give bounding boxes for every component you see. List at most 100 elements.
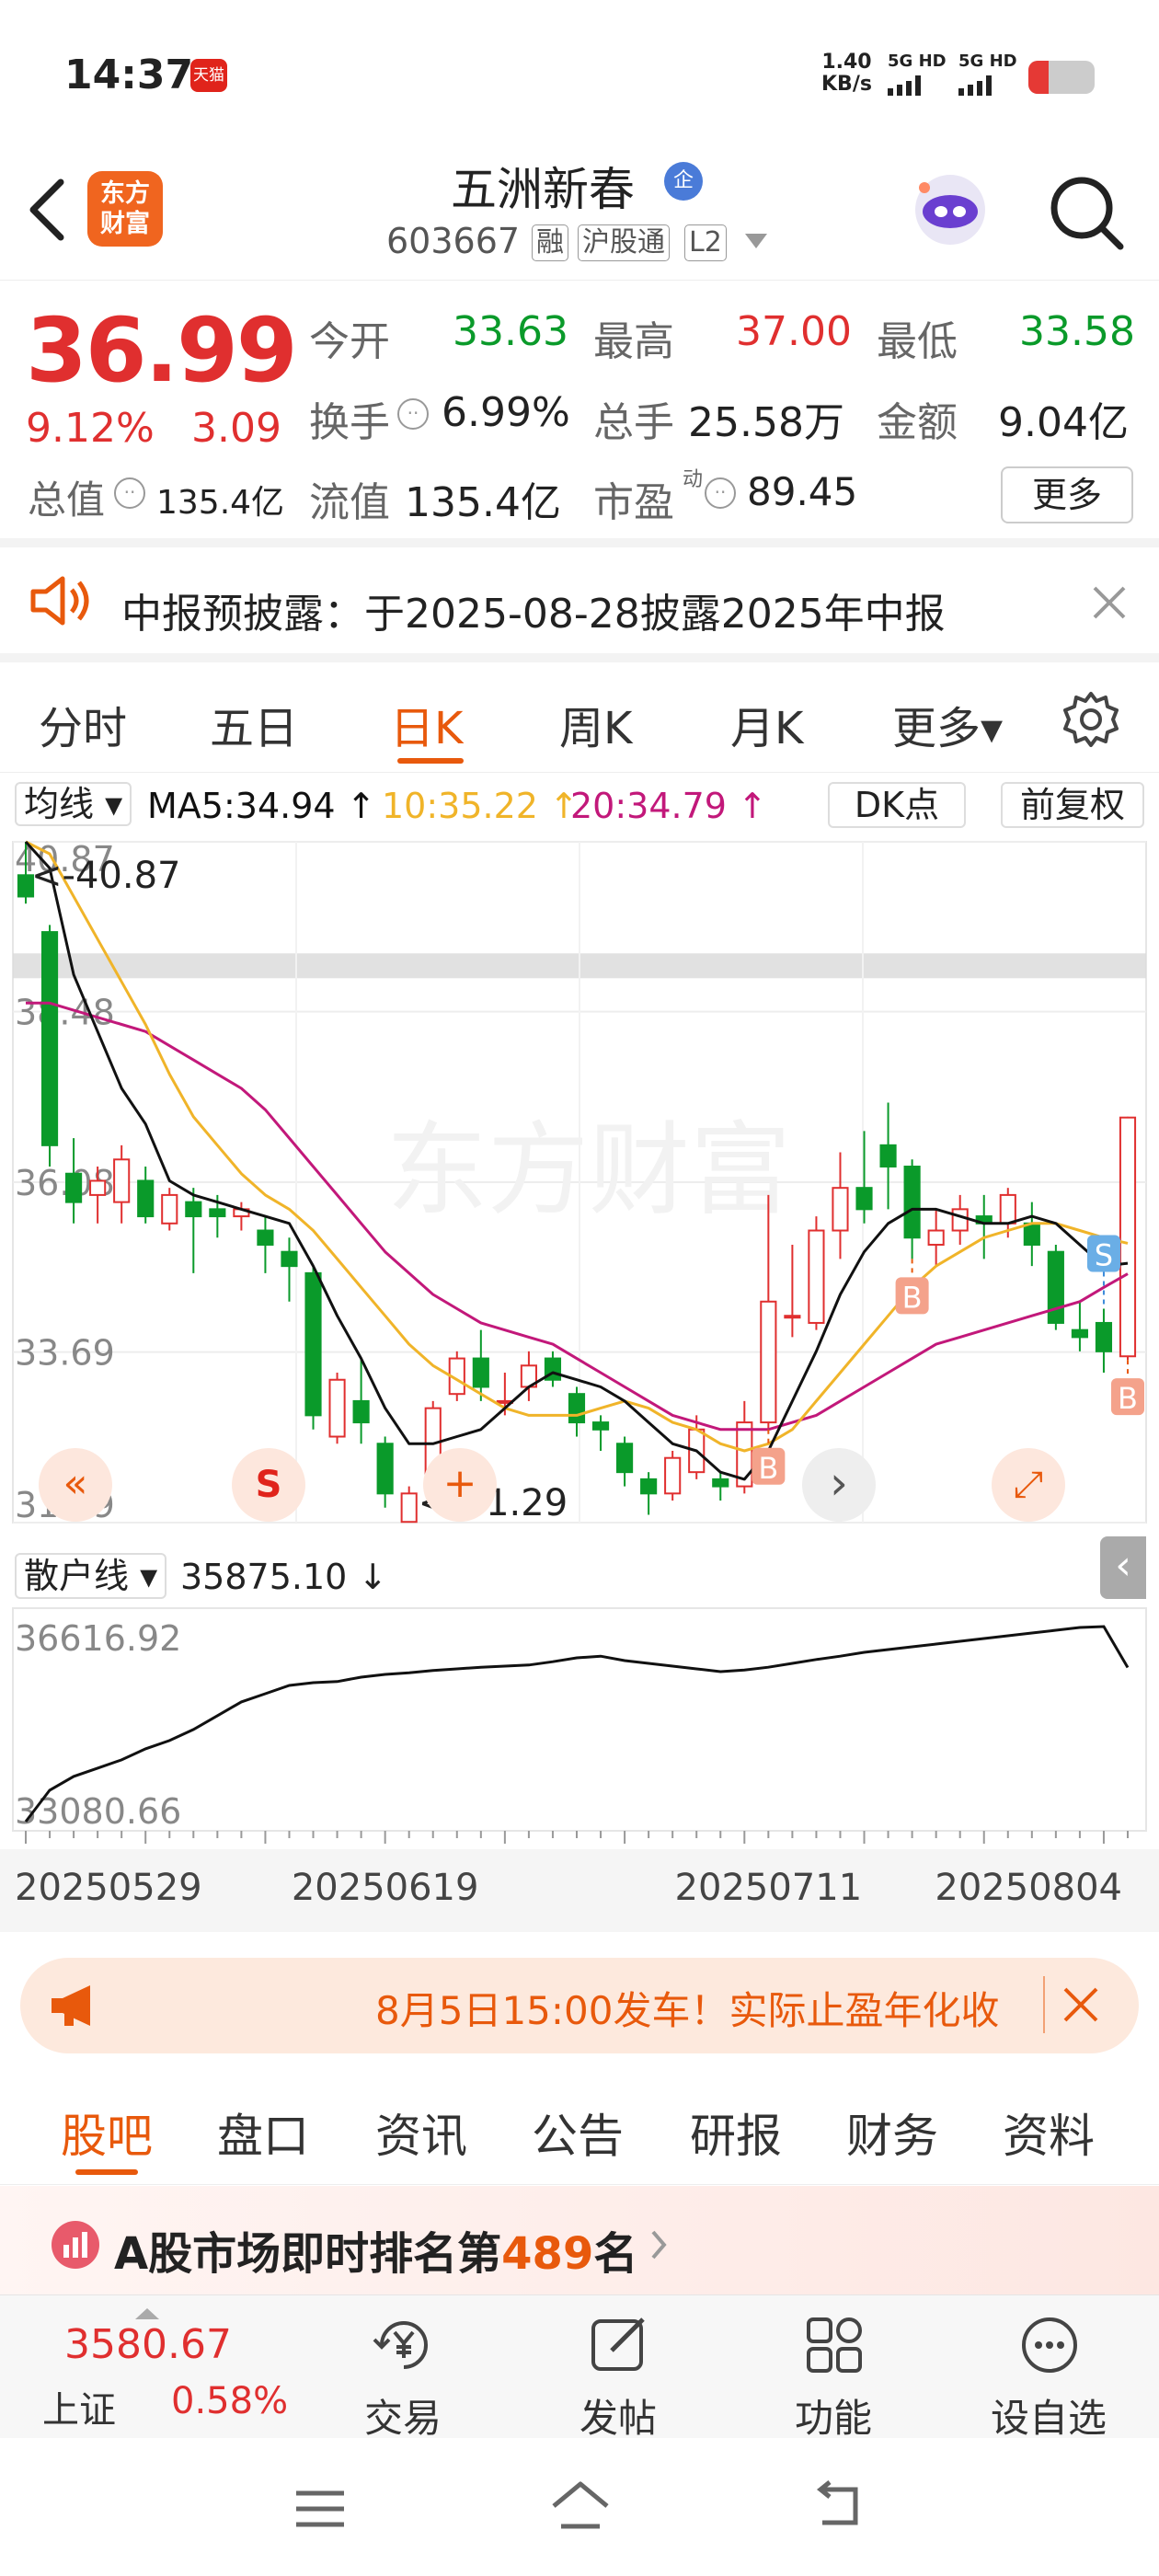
next-button[interactable]: › [802,1448,876,1522]
tab-announcements[interactable]: 公告 [532,2099,624,2166]
tab-monthly-k[interactable]: 月K [730,692,803,756]
turnover-info-icon[interactable]: ·· [397,398,429,430]
tab-profile[interactable]: 资料 [1003,2099,1095,2166]
app-logo[interactable]: 东方 财富 [87,171,163,247]
candle-body [209,1208,226,1218]
functions-label: 功能 [794,2396,872,2441]
tab-research[interactable]: 研报 [690,2099,782,2166]
retail-line [24,1625,1130,1823]
candle-body [185,1201,202,1218]
candle-body [352,1399,370,1424]
rank-chart-icon [52,2221,99,2269]
pe-value: 89.45 [747,469,858,514]
stock-header: 东方 财富 五洲新春 企 603667 融 沪股通 L2 [0,147,1159,281]
pe-label: 市盈 [593,479,674,526]
y-tick-label: 38.48 [15,993,115,1033]
tab-five-day[interactable]: 五日 [210,692,298,756]
candle-body [855,1187,873,1211]
level2-tag: L2 [684,224,727,261]
candle-body [1071,1328,1088,1339]
moving-average-bar: 均线 ▾ MA5:34.94 ↑ 10:35.22 ↑ 20:34.79 ↑ D… [0,773,1159,837]
promo-banner[interactable]: 8月5日15:00发车！实际止盈年化收 [20,1958,1139,2053]
more-quote-button[interactable]: 更多 [1001,466,1133,523]
speaker-icon [28,575,92,630]
candle-body [784,1315,801,1319]
market-cap-info-icon[interactable]: ·· [114,477,145,509]
content-tabs: 股吧 盘口 资讯 公告 研报 财务 资料 [0,2070,1159,2185]
notice-banner[interactable]: 中报预披露：于2025-08-28披露2025年中报 [0,547,1159,662]
functions-grid-icon [807,2317,862,2373]
add-marker-button[interactable]: + [423,1448,497,1522]
home-icon[interactable] [548,2478,613,2537]
index-value[interactable]: 3580.67 [64,2321,232,2368]
candle-body [616,1443,634,1474]
change-percent: 9.12% [26,405,155,452]
expand-chart-button[interactable]: ⤢ [992,1448,1065,1522]
kline-chart[interactable]: 40.8738.4836.0833.6931.29东方财富<-40.87<-31… [0,837,1159,1932]
buy-signal-letter: B [1118,1381,1138,1416]
rank-prefix: A股市场即时排名第 [114,2228,502,2280]
bottom-toolbar: 3580.67 上证 0.58% 交易 发帖 功能 设自选 [0,2294,1159,2441]
notice-close-icon[interactable] [1091,584,1128,625]
market-rank-row[interactable]: A股市场即时排名第489名 [0,2186,1159,2294]
rank-number: 489 [501,2228,594,2280]
tmall-notification-icon: 天猫 [190,59,227,92]
tab-daily-k[interactable]: 日K [390,692,463,756]
high-value: 37.00 [736,308,852,355]
enterprise-badge-icon: 企 [664,162,703,201]
signal-2-label: 5G HD [958,52,1017,71]
chart-settings-gear-icon[interactable] [1060,688,1122,754]
y-tick-label: 33.69 [15,1333,115,1374]
candle-body [65,1172,83,1203]
code-dropdown-icon[interactable] [743,230,769,256]
back-nav-icon[interactable] [809,2480,868,2536]
high-label: 最高 [593,318,674,365]
buy-signal-letter: B [902,1280,923,1315]
ma5-readout: MA5:34.94 ↑ [147,786,376,826]
candle-body [640,1478,658,1495]
tab-more[interactable]: 更多▾ [892,692,1003,756]
dk-point-button[interactable]: DK点 [828,782,966,828]
pe-info-icon[interactable]: ·· [705,477,736,509]
tab-news[interactable]: 资讯 [375,2099,467,2166]
content-tab-indicator [75,2169,138,2175]
back-button[interactable] [20,173,72,250]
candle-body [591,1421,610,1431]
rewind-button[interactable]: « [39,1448,112,1522]
menu-icon[interactable] [293,2486,348,2536]
sell-signal-button[interactable]: S [232,1448,305,1522]
amount-label: 金额 [877,399,958,446]
tab-intraday[interactable]: 分时 [39,692,127,756]
index-name[interactable]: 上证 [42,2380,116,2433]
indicator-y-tick: 36616.92 [15,1618,181,1659]
promo-close-icon[interactable] [1061,1985,1100,2028]
network-speed: 1.40 KB/s [821,52,872,96]
quote-panel: 36.99 9.12% 3.09 今开 33.63 最高 37.00 最低 33… [0,281,1159,547]
tab-weekly-k[interactable]: 周K [559,692,632,756]
tab-financials[interactable]: 财务 [846,2099,938,2166]
pe-dynamic-mark: 动 [683,468,704,491]
buy-signal-letter: B [758,1451,778,1486]
volume-label: 总手 [593,399,674,446]
robot-assistant-icon[interactable] [906,164,994,256]
ma-selector[interactable]: 均线 ▾ [15,782,132,826]
low-value: 33.58 [1019,308,1135,355]
x-tick-label: 20250804 [935,1867,1122,1909]
chevron-right-icon [648,2226,670,2267]
price-adjust-button[interactable]: 前复权 [1001,782,1144,828]
indicator-value: 35875.10 ↓ [180,1557,388,1597]
market-cap-label: 总值 [28,477,106,523]
watchlist-label: 设自选 [990,2396,1107,2441]
hk-connect-tag: 沪股通 [578,224,670,261]
kline-chart-area[interactable]: 40.8738.4836.0833.6931.29东方财富<-40.87<-31… [0,837,1159,1932]
tab-orderbook[interactable]: 盘口 [217,2099,309,2166]
search-icon[interactable] [1047,173,1126,256]
tab-forum[interactable]: 股吧 [61,2099,153,2166]
candle-body [1119,1116,1137,1358]
collapse-panel-button[interactable]: ‹ [1100,1536,1146,1599]
candle-body [137,1179,155,1218]
high-price-marker: <-40.87 [31,855,180,897]
indicator-label: 散户线 [24,1556,130,1596]
index-change[interactable]: 0.58% [171,2380,288,2422]
indicator-selector[interactable]: 散户线 ▾ [15,1553,167,1599]
